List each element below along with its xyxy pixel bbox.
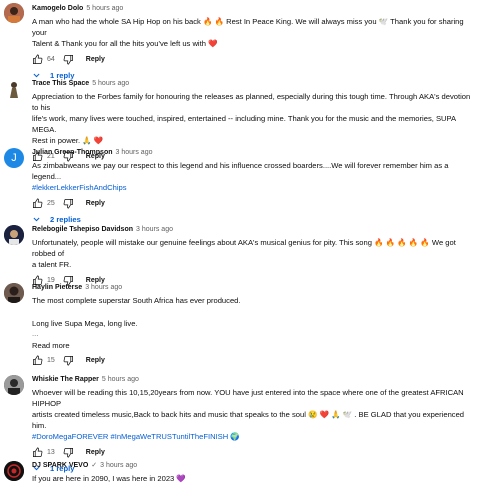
like-count: 15 [47, 356, 55, 364]
avatar[interactable] [4, 225, 24, 245]
hashtag-link[interactable]: #lekkerLekkerFishAndChips [32, 182, 474, 193]
comment-line: a talent FR. [32, 260, 72, 269]
replies-label: 2 replies [50, 215, 81, 224]
comment-actions: 13 Reply [32, 446, 474, 458]
comment-text: The most complete superstar South Africa… [32, 295, 474, 339]
comment-actions: 15 Reply [32, 354, 474, 366]
comment-timestamp[interactable]: 5 hours ago [102, 376, 139, 383]
comment-timestamp[interactable]: 3 hours ago [136, 226, 173, 233]
avatar[interactable] [4, 79, 24, 99]
comment-line: As zimbabweans we pay our respect to thi… [32, 161, 449, 181]
thumbs-down-icon[interactable] [63, 355, 74, 366]
like-count: 13 [47, 448, 55, 456]
like-count: 25 [47, 199, 55, 207]
comment-author[interactable]: Kamogelo Dolo [32, 5, 83, 12]
avatar[interactable]: J [4, 148, 24, 168]
thumbs-up-icon[interactable] [32, 447, 43, 458]
comment-actions: 64 Reply [32, 53, 474, 65]
comment-line: The most complete superstar South Africa… [32, 296, 241, 305]
avatar[interactable] [4, 3, 24, 23]
reply-button[interactable]: Reply [86, 200, 105, 207]
comment-text: As zimbabweans we pay our respect to thi… [32, 160, 474, 193]
thumbs-down-icon[interactable] [63, 54, 74, 65]
comment-line: ... [32, 329, 39, 338]
comment-line: Rest in power. 🙏 ❤️ [32, 136, 104, 145]
comment-author[interactable]: Relebogile Tshepiso Davidson [32, 226, 133, 233]
like-count: 64 [47, 55, 55, 63]
comment-line: If you are here in 2090, I was here in 2… [32, 474, 186, 483]
comment-text: If you are here in 2090, I was here in 2… [32, 473, 474, 484]
hashtag-link[interactable]: #DoroMegaFOREVER #InMegaWeTRUSTuntilTheF… [32, 431, 474, 442]
comment-timestamp[interactable]: 3 hours ago [116, 149, 153, 156]
reply-button[interactable]: Reply [86, 449, 105, 456]
view-replies-button[interactable]: 2 replies [32, 215, 474, 224]
comment-author[interactable]: Trace This Space [32, 80, 89, 87]
comment-line: Talent & Thank you for all the hits you'… [32, 39, 218, 48]
comment-text: Whoever will be reading this 10,15,20yea… [32, 387, 474, 442]
comment-line: Whoever will be reading this 10,15,20yea… [32, 388, 464, 408]
comment-line: life's work, many lives were touched, in… [32, 114, 456, 134]
comment-timestamp[interactable]: 5 hours ago [92, 80, 129, 87]
comment-actions: 25 Reply [32, 197, 474, 209]
comment-author[interactable]: Julian Green-Thompson [32, 149, 113, 156]
verified-icon: ✓ [91, 462, 98, 469]
comment-timestamp[interactable]: 5 hours ago [86, 5, 123, 12]
comment-author[interactable]: Haylin Pieterse [32, 284, 82, 291]
thumbs-up-icon[interactable] [32, 355, 43, 366]
comment-line: Appreciation to the Forbes family for ho… [32, 92, 471, 112]
chevron-down-icon [33, 217, 40, 222]
thumbs-up-icon[interactable] [32, 198, 43, 209]
comment-line: A man who had the whole SA Hip Hop on hi… [32, 17, 464, 37]
comment-line: artists created timeless music,Back to b… [32, 410, 465, 430]
comment-line: Unfortunately, people will mistake our g… [32, 238, 456, 258]
avatar[interactable] [4, 375, 24, 395]
avatar-letter: J [11, 152, 17, 164]
comment-text: A man who had the whole SA Hip Hop on hi… [32, 16, 474, 49]
comment-timestamp[interactable]: 3 hours ago [85, 284, 122, 291]
read-more-link[interactable]: Read more [32, 341, 474, 350]
thumbs-down-icon[interactable] [63, 447, 74, 458]
comment-text: Unfortunately, people will mistake our g… [32, 237, 474, 270]
avatar[interactable] [4, 461, 24, 481]
thumbs-up-icon[interactable] [32, 54, 43, 65]
comment-author[interactable]: DJ SPARK VEVO [32, 462, 88, 469]
comment-line: Long live Supa Mega, long live. [32, 318, 138, 328]
reply-button[interactable]: Reply [86, 357, 105, 364]
comment-text: Appreciation to the Forbes family for ho… [32, 91, 474, 146]
reply-button[interactable]: Reply [86, 56, 105, 63]
comment-timestamp[interactable]: 3 hours ago [100, 462, 137, 469]
thumbs-down-icon[interactable] [63, 198, 74, 209]
avatar[interactable] [4, 283, 24, 303]
comment-author[interactable]: Whiskie The Rapper [32, 376, 99, 383]
